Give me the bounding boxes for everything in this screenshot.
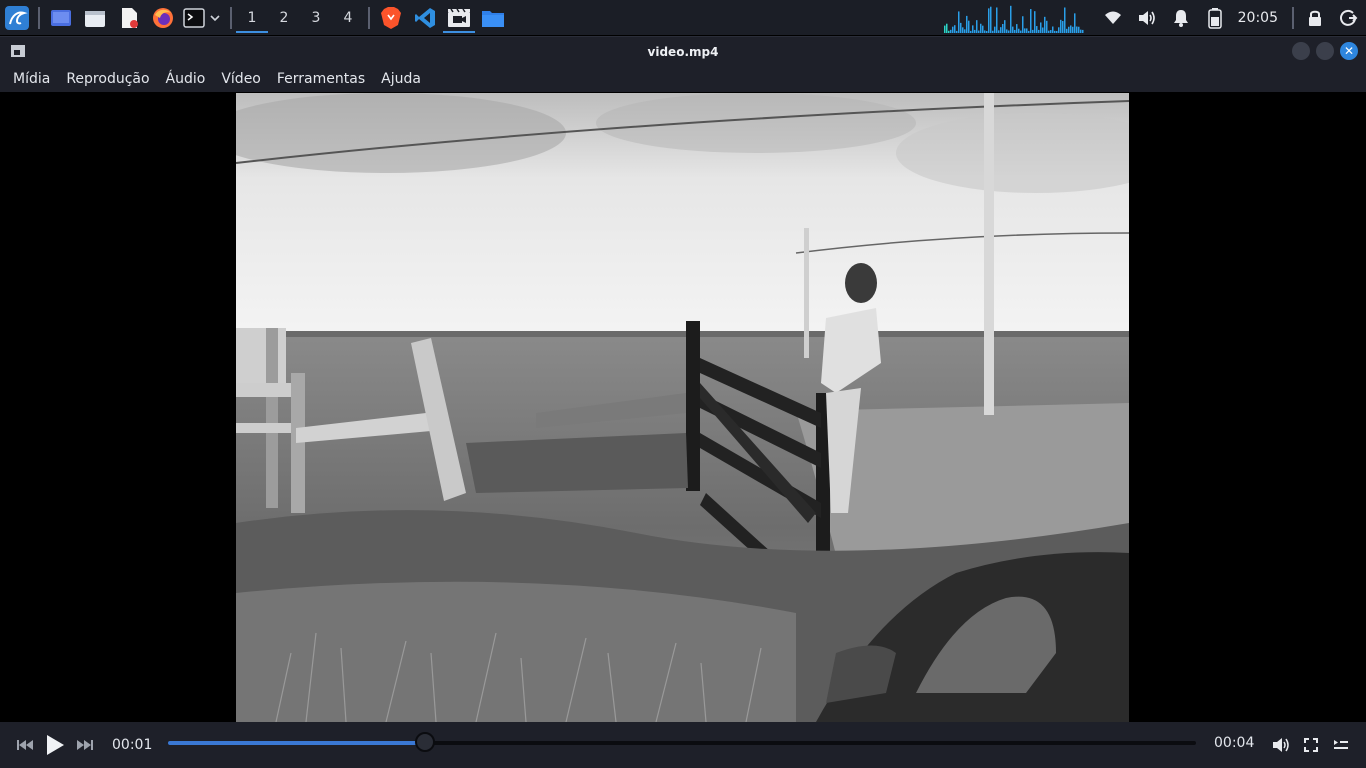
- menu-video[interactable]: Vídeo: [213, 71, 269, 87]
- file-manager-icon[interactable]: [78, 0, 112, 35]
- folder-icon[interactable]: [476, 0, 510, 35]
- fullscreen-icon: [1304, 738, 1318, 752]
- battery-icon[interactable]: [1198, 0, 1232, 35]
- panel-separator: [1292, 6, 1294, 29]
- seek-handle[interactable]: [415, 732, 435, 752]
- window-title: video.mp4: [647, 44, 719, 59]
- bell-icon[interactable]: [1164, 0, 1198, 35]
- workspace-3[interactable]: 3: [300, 0, 332, 35]
- desktop-icon[interactable]: [44, 0, 78, 35]
- lock-icon[interactable]: [1298, 0, 1332, 35]
- system-tray: 20:05: [943, 0, 1366, 35]
- kali-dragon-icon[interactable]: [0, 0, 34, 35]
- wifi-icon[interactable]: [1096, 0, 1130, 35]
- elapsed-time: 00:01: [112, 737, 153, 753]
- video-frame[interactable]: [236, 93, 1129, 722]
- volume-button[interactable]: [1266, 722, 1296, 768]
- play-button[interactable]: [40, 722, 70, 768]
- menu-reproducao[interactable]: Reprodução: [58, 71, 157, 87]
- menu-ajuda[interactable]: Ajuda: [373, 71, 429, 87]
- close-button[interactable]: ✕: [1340, 42, 1358, 60]
- brave-icon[interactable]: [374, 0, 408, 35]
- window-titlebar[interactable]: video.mp4 ✕: [0, 36, 1366, 66]
- cpu-graph: [943, 5, 1084, 33]
- volume-icon: [1273, 738, 1289, 752]
- playlist-icon: [1334, 740, 1348, 749]
- menu-ferramentas[interactable]: Ferramentas: [269, 71, 373, 87]
- workspace-1[interactable]: 1: [236, 0, 268, 35]
- playback-controls: 00:01 00:04: [0, 722, 1366, 768]
- panel-separator: [38, 6, 40, 29]
- skip-back-icon: [17, 740, 33, 750]
- panel-separator: [230, 6, 232, 29]
- firefox-icon[interactable]: [146, 0, 180, 35]
- menubar: Mídia Reprodução Áudio Vídeo Ferramentas…: [0, 66, 1366, 92]
- menu-midia[interactable]: Mídia: [5, 71, 58, 87]
- playlist-button[interactable]: [1326, 722, 1356, 768]
- power-icon[interactable]: [1332, 0, 1366, 35]
- video-area[interactable]: [6, 92, 1360, 722]
- fullscreen-button[interactable]: [1296, 722, 1326, 768]
- next-button[interactable]: [70, 722, 100, 768]
- play-icon: [47, 735, 64, 755]
- workspace-4[interactable]: 4: [332, 0, 364, 35]
- close-icon: ✕: [1343, 44, 1355, 58]
- text-editor-icon[interactable]: [112, 0, 146, 35]
- vscode-icon[interactable]: [408, 0, 442, 35]
- menu-audio[interactable]: Áudio: [158, 71, 214, 87]
- seek-progress: [168, 741, 425, 745]
- previous-button[interactable]: [10, 722, 40, 768]
- media-player-icon[interactable]: [442, 0, 476, 35]
- total-duration: 00:04: [1214, 735, 1255, 751]
- volume-icon[interactable]: [1130, 0, 1164, 35]
- terminal-icon[interactable]: [180, 0, 226, 35]
- media-player-icon: [11, 45, 25, 57]
- minimize-button[interactable]: [1292, 42, 1310, 60]
- seek-bar[interactable]: [168, 732, 1196, 752]
- maximize-button[interactable]: [1316, 42, 1334, 60]
- panel-separator: [368, 6, 370, 29]
- workspace-2[interactable]: 2: [268, 0, 300, 35]
- clock[interactable]: 20:05: [1238, 10, 1278, 26]
- skip-forward-icon: [77, 740, 93, 750]
- top-panel: 1 2 3 4 20:05: [0, 0, 1366, 35]
